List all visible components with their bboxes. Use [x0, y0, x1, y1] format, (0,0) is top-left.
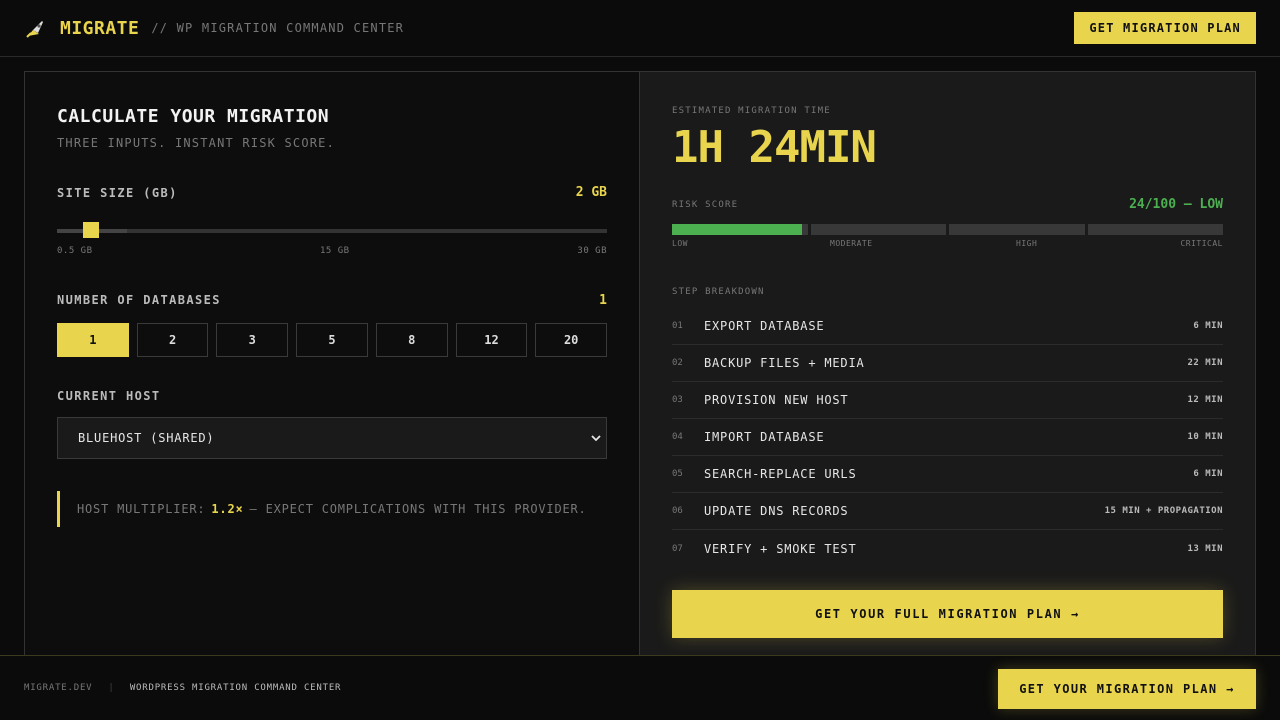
- step-time: 22 MIN: [1187, 358, 1223, 368]
- footer-domain[interactable]: MIGRATE.DEV: [24, 683, 92, 693]
- step-time: 12 MIN: [1187, 395, 1223, 405]
- database-count-options: 1 2 3 5 8 12 20: [57, 323, 608, 357]
- step-name: PROVISION NEW HOST: [704, 393, 849, 407]
- top-bar: MIGRATE // WP MIGRATION COMMAND CENTER G…: [0, 0, 1280, 57]
- step-name: IMPORT DATABASE: [704, 430, 825, 444]
- calculator-subtitle: THREE INPUTS. INSTANT RISK SCORE.: [57, 136, 336, 150]
- step-row: 02 BACKUP FILES + MEDIA 22 MIN: [672, 345, 1223, 382]
- host-multiplier-note: HOST MULTIPLIER: 1.2× — EXPECT COMPLICAT…: [57, 491, 607, 527]
- current-host-label: CURRENT HOST: [57, 389, 161, 403]
- footer-title: WORDPRESS MIGRATION COMMAND CENTER: [129, 683, 342, 693]
- step-number: 06: [672, 506, 683, 516]
- step-row: 06 UPDATE DNS RECORDS 15 MIN + PROPAGATI…: [672, 493, 1223, 530]
- step-name: SEARCH-REPLACE URLS: [704, 467, 857, 481]
- db-option-3[interactable]: 3: [216, 323, 289, 357]
- site-size-slider-track[interactable]: [57, 229, 607, 233]
- risk-segment-low: [672, 224, 808, 235]
- risk-segment-moderate: [810, 224, 946, 235]
- risk-segment-critical: [1087, 224, 1223, 235]
- risk-score-bar: [672, 224, 1223, 235]
- get-full-migration-plan-button[interactable]: GET YOUR FULL MIGRATION PLAN →: [672, 590, 1223, 638]
- step-number: 02: [672, 358, 683, 368]
- calculator-title: CALCULATE YOUR MIGRATION: [57, 106, 330, 127]
- step-time: 6 MIN: [1193, 321, 1223, 331]
- step-row: 01 EXPORT DATABASE 6 MIN: [672, 308, 1223, 345]
- step-number: 01: [672, 321, 683, 331]
- slider-min-label: 0.5 GB: [57, 246, 93, 256]
- step-row: 04 IMPORT DATABASE 10 MIN: [672, 419, 1223, 456]
- get-your-migration-plan-button[interactable]: GET YOUR MIGRATION PLAN →: [998, 669, 1256, 709]
- step-time: 13 MIN: [1187, 543, 1223, 554]
- step-time: 15 MIN + PROPAGATION: [1104, 506, 1223, 516]
- risk-fill: [672, 224, 803, 235]
- step-breakdown-label: STEP BREAKDOWN: [672, 287, 765, 297]
- step-number: 04: [672, 432, 683, 442]
- footer-separator: |: [108, 683, 114, 693]
- risk-level-moderate: MODERATE: [830, 239, 873, 248]
- current-host-value: BLUEHOST (SHARED): [78, 431, 215, 445]
- step-row: 05 SEARCH-REPLACE URLS 6 MIN: [672, 456, 1223, 493]
- risk-level-low: LOW: [672, 239, 688, 248]
- risk-level-critical: CRITICAL: [1180, 239, 1223, 248]
- step-row: 07 VERIFY + SMOKE TEST 13 MIN: [672, 530, 1223, 567]
- db-option-1[interactable]: 1: [57, 323, 129, 357]
- note-prefix: HOST MULTIPLIER:: [77, 502, 206, 516]
- risk-segment-high: [949, 224, 1085, 235]
- step-number: 05: [672, 469, 683, 479]
- db-option-5[interactable]: 5: [296, 323, 368, 357]
- get-migration-plan-button[interactable]: GET MIGRATION PLAN: [1074, 12, 1256, 44]
- step-time: 6 MIN: [1193, 469, 1223, 479]
- current-host-select[interactable]: BLUEHOST (SHARED): [57, 417, 607, 459]
- chevron-down-icon: [591, 435, 601, 442]
- estimate-label: ESTIMATED MIGRATION TIME: [672, 106, 831, 116]
- note-suffix: — EXPECT COMPLICATIONS WITH THIS PROVIDE…: [249, 502, 587, 516]
- risk-score-label: RISK SCORE: [672, 200, 739, 210]
- risk-score-value: 24/100 — LOW: [1129, 197, 1223, 212]
- rocket-icon: [26, 21, 43, 38]
- calculator-panel: CALCULATE YOUR MIGRATION THREE INPUTS. I…: [24, 71, 640, 656]
- site-size-label: SITE SIZE (GB): [57, 186, 178, 200]
- databases-value: 1: [599, 293, 607, 308]
- brand-name[interactable]: MIGRATE: [60, 18, 139, 39]
- db-option-20[interactable]: 20: [535, 323, 608, 357]
- step-name: BACKUP FILES + MEDIA: [704, 356, 865, 370]
- step-number: 07: [672, 543, 683, 554]
- step-list: 01 EXPORT DATABASE 6 MIN 02 BACKUP FILES…: [672, 308, 1223, 567]
- step-name: VERIFY + SMOKE TEST: [704, 541, 857, 556]
- step-number: 03: [672, 395, 683, 405]
- results-panel: ESTIMATED MIGRATION TIME 1H 24MIN RISK S…: [639, 71, 1256, 656]
- db-option-8[interactable]: 8: [375, 323, 448, 357]
- slider-mid-label: 15 GB: [320, 246, 350, 256]
- step-name: UPDATE DNS RECORDS: [704, 504, 849, 518]
- slider-max-label: 30 GB: [577, 246, 607, 256]
- db-option-12[interactable]: 12: [455, 323, 528, 357]
- risk-level-high: HIGH: [1016, 239, 1038, 248]
- site-size-slider-thumb[interactable]: [83, 222, 99, 238]
- host-multiplier-value: 1.2×: [211, 502, 244, 516]
- estimate-value: 1H 24MIN: [672, 122, 877, 173]
- brand-tagline: // WP MIGRATION COMMAND CENTER: [151, 21, 405, 35]
- footer: MIGRATE.DEV | WORDPRESS MIGRATION COMMAN…: [0, 655, 1280, 720]
- step-time: 10 MIN: [1187, 432, 1223, 442]
- step-name: EXPORT DATABASE: [704, 319, 825, 333]
- step-row: 03 PROVISION NEW HOST 12 MIN: [672, 382, 1223, 419]
- db-option-2[interactable]: 2: [136, 323, 209, 357]
- databases-label: NUMBER OF DATABASES: [57, 293, 221, 307]
- site-size-value: 2 GB: [575, 185, 607, 200]
